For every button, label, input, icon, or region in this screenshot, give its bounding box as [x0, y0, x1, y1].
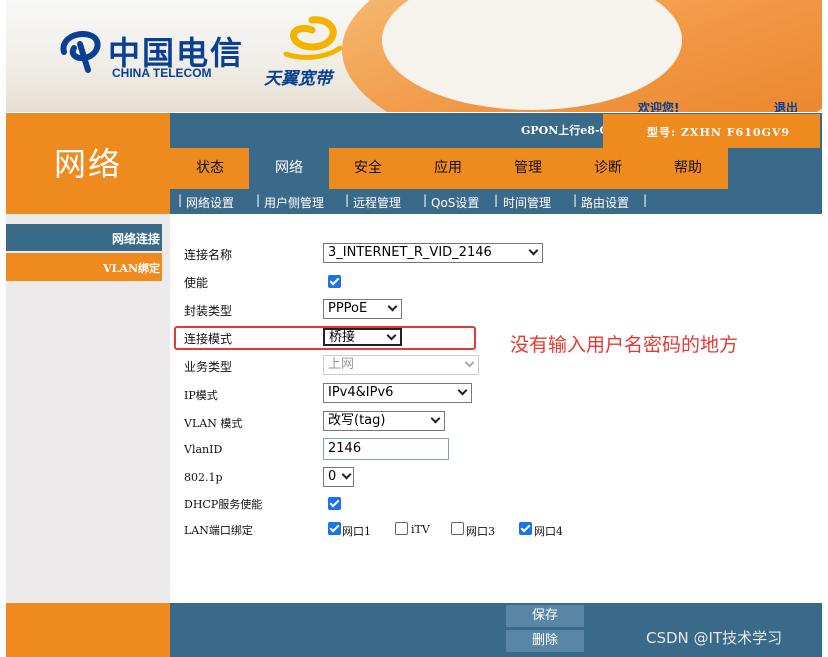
page-title: 网络: [54, 145, 123, 183]
gpon-info: GPON上行e8-C: [521, 124, 609, 137]
chevron-down-icon: [528, 245, 539, 256]
port3-checkbox[interactable]: [451, 522, 464, 535]
connection-name-select[interactable]: 3_INTERNET_R_VID_2146: [323, 243, 543, 263]
tab-network[interactable]: 网络: [249, 148, 329, 189]
tab-security[interactable]: 安全: [328, 148, 408, 189]
p8021-label: 802.1p: [184, 471, 223, 484]
brand-en: CHINA TELECOM: [112, 66, 212, 80]
delete-button[interactable]: 删除: [506, 630, 584, 652]
port1-label: 网口1: [342, 525, 371, 538]
subnav-separator: |: [573, 193, 578, 207]
service-type-value: 上网: [328, 357, 355, 372]
service-type-select[interactable]: 上网: [323, 355, 479, 375]
dhcp-label: DHCP服务使能: [184, 498, 263, 511]
subnav-network-settings[interactable]: 网络设置: [186, 194, 234, 211]
connection-name-label: 连接名称: [184, 248, 233, 262]
dhcp-checkbox[interactable]: [328, 497, 341, 510]
connection-name-value: 3_INTERNET_R_VID_2146: [328, 245, 492, 260]
save-button[interactable]: 保存: [506, 605, 584, 627]
subnav-separator: |: [643, 193, 648, 207]
chevron-down-icon: [341, 469, 352, 480]
enable-checkbox[interactable]: [328, 275, 341, 288]
port4-label: 网口4: [534, 525, 563, 538]
model-block: 型号: ZXHN F610GV9: [603, 114, 820, 148]
tab-application[interactable]: 应用: [408, 148, 488, 189]
ip-mode-select[interactable]: IPv4&IPv6: [323, 383, 472, 403]
tab-diagnostics[interactable]: 诊断: [568, 148, 648, 189]
encap-type-label: 封装类型: [184, 304, 233, 318]
sub-brand: 天翼宽带: [264, 69, 332, 89]
subnav-separator: |: [178, 193, 183, 207]
watermark: CSDN @IT技术学习: [646, 629, 783, 647]
chevron-down-icon: [430, 413, 441, 424]
model-info: 型号: ZXHN F610GV9: [647, 126, 791, 139]
sidebar-item-vlan-binding[interactable]: VLAN绑定: [6, 253, 162, 281]
vlan-mode-label: VLAN 模式: [184, 417, 243, 430]
ip-mode-value: IPv4&IPv6: [328, 385, 394, 400]
p8021-select[interactable]: 0: [323, 467, 354, 487]
subnav-qos[interactable]: QoS设置: [431, 194, 479, 211]
tab-management[interactable]: 管理: [488, 148, 568, 189]
port4-checkbox[interactable]: [519, 522, 532, 535]
port3-label: 网口3: [466, 525, 495, 538]
itv-checkbox[interactable]: [395, 522, 408, 535]
ip-mode-label: IP模式: [184, 389, 218, 402]
subnav-routing[interactable]: 路由设置: [581, 194, 629, 211]
tab-help[interactable]: 帮助: [648, 148, 728, 189]
service-type-label: 业务类型: [184, 360, 233, 374]
highlight-box: [174, 326, 476, 350]
welcome-text: 欢迎您!: [638, 101, 680, 112]
vlan-mode-value: 改写(tag): [328, 413, 386, 428]
subnav-separator: |: [256, 193, 261, 207]
china-telecom-icon: [60, 31, 101, 73]
logout-link[interactable]: 退出: [774, 99, 798, 112]
header-banner: 中国电信 CHINA TELECOM 天翼宽带 欢迎您! 退出: [6, 0, 822, 112]
subnav-user-side-mgmt[interactable]: 用户侧管理: [264, 194, 324, 211]
main-tabs: 状态 网络 安全 应用 管理 诊断 帮助: [170, 148, 728, 189]
tab-status[interactable]: 状态: [170, 148, 250, 189]
footer-left: [6, 603, 170, 657]
p8021-value: 0: [328, 469, 337, 484]
subnav-separator: |: [494, 193, 499, 207]
enable-label: 使能: [184, 276, 209, 290]
main-content: [170, 214, 822, 603]
sidebar-item-network-connection[interactable]: 网络连接: [6, 224, 162, 251]
encap-type-value: PPPoE: [328, 301, 368, 316]
subnav-separator: |: [423, 193, 428, 207]
vlan-id-input[interactable]: 2146: [323, 438, 449, 460]
subnav-time-mgmt[interactable]: 时间管理: [503, 194, 551, 211]
subnav-remote-mgmt[interactable]: 远程管理: [353, 194, 401, 211]
vlan-id-label: VlanID: [184, 443, 223, 456]
sub-navigation: | 网络设置 | 用户侧管理 | 远程管理 | QoS设置 | 时间管理 | 路…: [170, 189, 822, 214]
annotation-text: 没有输入用户名密码的地方: [510, 334, 739, 356]
subnav-separator: |: [345, 193, 350, 207]
tianyi-icon: [283, 16, 343, 60]
chevron-down-icon: [387, 301, 398, 312]
chevron-down-icon: [464, 357, 475, 368]
vlan-mode-select[interactable]: 改写(tag): [323, 411, 445, 431]
sidebar-item-label: 网络连接: [111, 232, 160, 246]
itv-label: iTV: [411, 523, 430, 536]
encap-type-select[interactable]: PPPoE: [323, 299, 402, 319]
sidebar-item-label: VLAN绑定: [103, 262, 160, 275]
chevron-down-icon: [457, 385, 468, 396]
lan-bind-label: LAN端口绑定: [184, 524, 253, 537]
section-title-block: 网络: [6, 113, 170, 214]
port1-checkbox[interactable]: [328, 522, 341, 535]
